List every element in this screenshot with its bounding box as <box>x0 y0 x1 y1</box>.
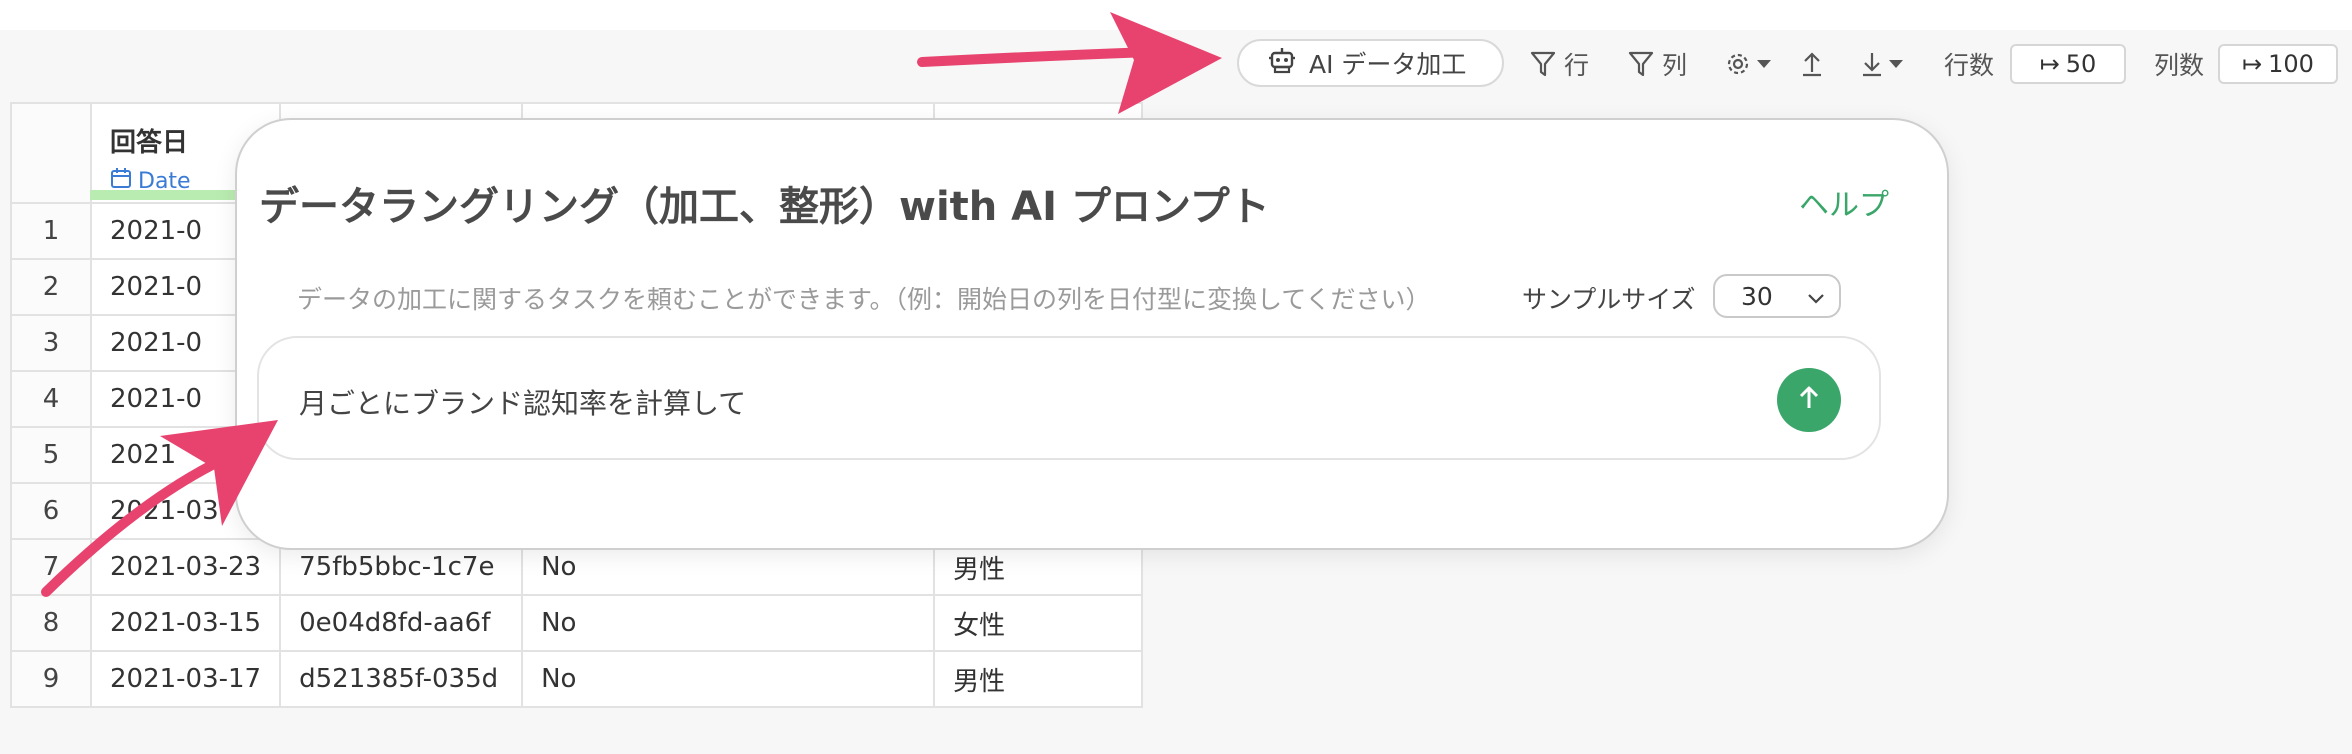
table-cell[interactable]: 2021-03-17 <box>89 650 282 708</box>
prompt-hint: データの加工に関するタスクを頼むことができます。（例：開始日の列を日付型に変換し… <box>297 285 1431 314</box>
robot-icon <box>1267 45 1297 81</box>
download-icon <box>1860 50 1884 78</box>
table-cell[interactable]: No <box>521 594 936 652</box>
filter-icon <box>1530 50 1556 78</box>
columns-count-input[interactable]: ↦ 100 <box>2218 44 2338 84</box>
row-index: 3 <box>10 314 92 372</box>
table-cell[interactable]: 2021-03-23 <box>89 538 282 596</box>
table-cell[interactable]: 女性 <box>933 594 1144 652</box>
row-index: 5 <box>10 426 92 484</box>
ai-data-processing-label: AI データ加工 <box>1309 50 1467 79</box>
ai-prompt-dialog: データラングリング（加工、整形）with AI プロンプト ヘルプ データの加工… <box>235 118 1949 550</box>
row-index: 4 <box>10 370 92 428</box>
table-cell[interactable]: 2021-03-15 <box>89 594 282 652</box>
row-index: 6 <box>10 482 92 540</box>
columns-label: 列数 <box>2154 51 2205 80</box>
row-index-header <box>10 102 92 204</box>
download-button[interactable] <box>1860 40 1904 88</box>
table-cell[interactable]: 0e04d8fd-aa6f <box>279 594 524 652</box>
ai-data-processing-button[interactable]: AI データ加工 <box>1237 39 1504 87</box>
row-index: 7 <box>10 538 92 596</box>
gear-icon <box>1724 50 1752 78</box>
table-row: 9 2021-03-17 d521385f-035d No 男性 <box>10 650 1144 708</box>
upload-icon <box>1800 50 1824 78</box>
columns-count-value: 100 <box>2268 50 2314 78</box>
column-filter-button[interactable]: 列 <box>1628 40 1687 88</box>
table-cell[interactable]: d521385f-035d <box>279 650 524 708</box>
send-button[interactable] <box>1777 368 1841 432</box>
dialog-title: データラングリング（加工、整形）with AI プロンプト <box>259 184 1270 230</box>
table-cell[interactable]: No <box>521 650 936 708</box>
table-row: 8 2021-03-15 0e04d8fd-aa6f No 女性 <box>10 594 1144 652</box>
help-link[interactable]: ヘルプ <box>1799 180 1889 224</box>
rows-label: 行数 <box>1944 51 1995 80</box>
arrow-up-icon <box>1794 383 1824 417</box>
row-filter-label: 行 <box>1564 51 1590 80</box>
rows-count-value: 50 <box>2065 50 2097 78</box>
prompt-input-text: 月ごとにブランド認知率を計算して <box>299 387 747 420</box>
chevron-down-icon <box>1756 58 1772 70</box>
row-filter-button[interactable]: 行 <box>1530 40 1589 88</box>
prompt-input[interactable]: 月ごとにブランド認知率を計算して <box>257 336 1881 460</box>
sample-size-select[interactable]: 30 <box>1713 274 1841 318</box>
chevron-down-icon <box>1888 58 1904 70</box>
row-index: 9 <box>10 650 92 708</box>
settings-button[interactable] <box>1724 40 1772 88</box>
table-cell[interactable]: 男性 <box>933 650 1144 708</box>
arrow-right-bar-icon: ↦ <box>2039 50 2060 78</box>
column-filter-label: 列 <box>1662 51 1688 80</box>
row-index: 8 <box>10 594 92 652</box>
row-index: 2 <box>10 258 92 316</box>
row-index: 1 <box>10 202 92 260</box>
filter-icon <box>1628 50 1654 78</box>
arrow-right-bar-icon: ↦ <box>2242 50 2263 78</box>
rows-count-input[interactable]: ↦ 50 <box>2010 44 2126 84</box>
upload-button[interactable] <box>1800 40 1824 88</box>
sample-size-label: サンプルサイズ <box>1522 285 1696 314</box>
chevron-down-icon <box>1807 282 1825 311</box>
sample-size-value: 30 <box>1741 281 1773 311</box>
